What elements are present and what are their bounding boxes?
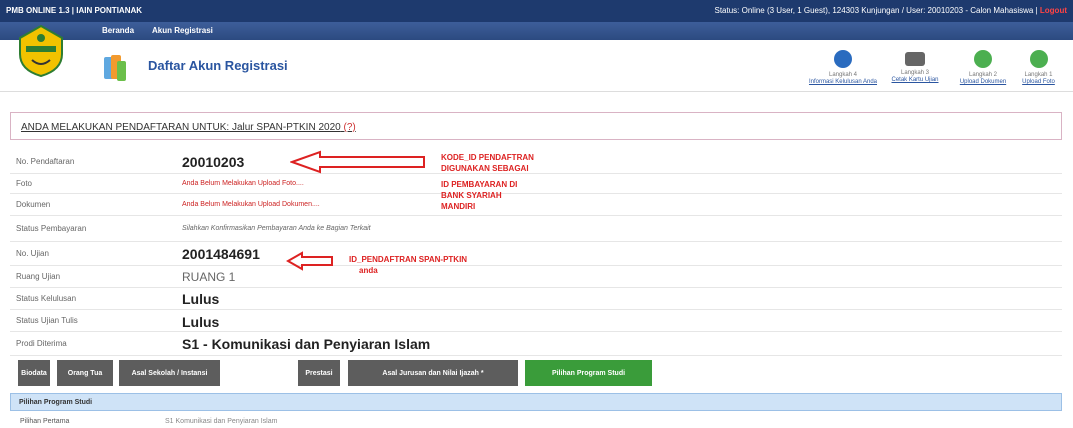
status-line: Status: Online (3 User, 1 Guest), 124303…: [715, 6, 1068, 15]
tab-asal-sekolah[interactable]: Asal Sekolah / Instansi: [119, 360, 220, 386]
row-status-ujian-tulis: Status Ujian Tulis Lulus: [10, 310, 1062, 332]
tab-pilihan-program-studi[interactable]: Pilihan Program Studi: [525, 360, 652, 386]
printer-icon: [905, 52, 925, 66]
nav-beranda[interactable]: Beranda: [102, 26, 134, 35]
row-label: No. Pendaftaran: [16, 157, 75, 166]
annotation-line: KODE_ID PENDAFTRAN: [441, 153, 534, 162]
page-title: Daftar Akun Registrasi: [148, 58, 288, 73]
arrow-shape: [290, 150, 425, 174]
tab-biodata[interactable]: Biodata: [18, 360, 50, 386]
annotation-kode: KODE_ID PENDAFTRAN DIGUNAKAN SEBAGAI ID …: [441, 152, 534, 212]
row-status-pembayaran: Status Pembayaran Silahkan Konfirmasikan…: [10, 216, 1062, 242]
pilihan-value: S1 Komunikasi dan Penyiaran Islam: [165, 418, 278, 425]
system-title: PMB ONLINE 1.3 | IAIN PONTIANAK: [6, 6, 143, 15]
row-label: Ruang Ujian: [16, 272, 61, 281]
main-navbar: Beranda Akun Registrasi: [0, 22, 1073, 40]
status-text: Status: Online (3 User, 1 Guest), 124303…: [714, 6, 1038, 15]
ruang-ujian-value: RUANG 1: [182, 270, 236, 284]
status-pembayaran-value: Silahkan Konfirmasikan Pembayaran Anda k…: [182, 225, 371, 232]
top-status-bar: PMB ONLINE 1.3 | IAIN PONTIANAK Status: …: [0, 0, 1073, 22]
nav-akun-registrasi[interactable]: Akun Registrasi: [152, 26, 213, 35]
step-3-button[interactable]: Langkah 3 Cetak Kartu Ujian: [880, 50, 950, 84]
row-label: Status Ujian Tulis: [16, 316, 78, 325]
row-no-ujian: No. Ujian 2001484691: [10, 242, 1062, 266]
row-label: Prodi Diterima: [16, 339, 67, 348]
row-label: No. Ujian: [16, 249, 49, 258]
arrow-id-annotation: [286, 251, 333, 271]
status-ujian-tulis-value: Lulus: [182, 314, 220, 330]
step-1-button[interactable]: Langkah 1 Upload Foto: [1004, 50, 1073, 86]
step-4-label: Langkah 4: [828, 72, 858, 78]
notice-label: ANDA MELAKUKAN PENDAFTARAN UNTUK: Jalur …: [21, 122, 341, 133]
no-pendaftaran-value: 20010203: [182, 154, 245, 170]
annotation-line: anda: [359, 266, 378, 275]
form-tabs: Biodata Orang Tua Asal Sekolah / Instans…: [10, 358, 1062, 388]
step-4-sub: Informasi Kelulusan Anda: [808, 79, 878, 85]
row-status-kelulusan: Status Kelulusan Lulus: [10, 288, 1062, 310]
users-group-icon: [104, 55, 126, 81]
annotation-line: BANK SYARIAH: [441, 191, 502, 200]
tab-orang-tua[interactable]: Orang Tua: [57, 360, 113, 386]
annotation-line: MANDIRI: [441, 202, 476, 211]
dokumen-status-link[interactable]: Anda Belum Melakukan Upload Dokumen....: [182, 201, 320, 208]
panel-header: Pilihan Program Studi: [10, 393, 1062, 411]
logout-link[interactable]: Logout: [1040, 6, 1067, 15]
help-link[interactable]: (?): [344, 122, 356, 133]
pilihan-label: Pilihan Pertama: [20, 418, 70, 425]
row-foto: Foto Anda Belum Melakukan Upload Foto...…: [10, 174, 1062, 194]
status-kelulusan-value: Lulus: [182, 291, 220, 307]
row-label: Dokumen: [16, 200, 51, 209]
row-label: Foto: [16, 179, 33, 188]
annotation-line: ID PEMBAYARAN DI: [441, 180, 518, 189]
step-3-label: Langkah 3: [900, 70, 930, 76]
step-4-button[interactable]: Langkah 4 Informasi Kelulusan Anda: [808, 50, 878, 86]
foto-status-link[interactable]: Anda Belum Melakukan Upload Foto....: [182, 180, 304, 187]
row-ruang-ujian: Ruang Ujian RUANG 1: [10, 266, 1062, 288]
annotation-line: ID_PENDAFTRAN SPAN-PTKIN: [349, 255, 468, 264]
arrow-shape: [286, 251, 333, 271]
row-dokumen: Dokumen Anda Belum Melakukan Upload Doku…: [10, 194, 1062, 216]
info-icon: [834, 50, 852, 68]
row-label: Status Pembayaran: [16, 224, 87, 233]
step-1-label: Langkah 1: [1024, 72, 1053, 78]
no-ujian-value: 2001484691: [182, 246, 260, 262]
upload-photo-icon: [1029, 50, 1048, 68]
row-label: Status Kelulusan: [16, 294, 77, 303]
annotation-id-pendaftran: ID_PENDAFTRAN SPAN-PTKIN anda: [349, 254, 467, 276]
step-3-sub: Cetak Kartu Ujian: [891, 77, 939, 83]
row-prodi-diterima: Prodi Diterima S1 - Komunikasi dan Penyi…: [10, 332, 1062, 356]
upload-icon: [974, 50, 992, 68]
step-1-sub: Upload Foto: [1022, 79, 1055, 85]
registration-notice: ANDA MELAKUKAN PENDAFTARAN UNTUK: Jalur …: [10, 112, 1062, 140]
row-no-pendaftaran: No. Pendaftaran 20010203: [10, 150, 1062, 174]
notice-text: ANDA MELAKUKAN PENDAFTARAN UNTUK: Jalur …: [21, 122, 356, 133]
panel-title: Pilihan Program Studi: [19, 399, 93, 406]
iain-logo: [19, 24, 63, 78]
tab-prestasi[interactable]: Prestasi: [298, 360, 340, 386]
tab-asal-jurusan[interactable]: Asal Jurusan dan Nilai Ijazah *: [348, 360, 518, 386]
prodi-diterima-value: S1 - Komunikasi dan Penyiaran Islam: [182, 336, 431, 352]
arrow-kode-annotation: [290, 150, 425, 174]
annotation-line: DIGUNAKAN SEBAGAI: [441, 164, 529, 173]
